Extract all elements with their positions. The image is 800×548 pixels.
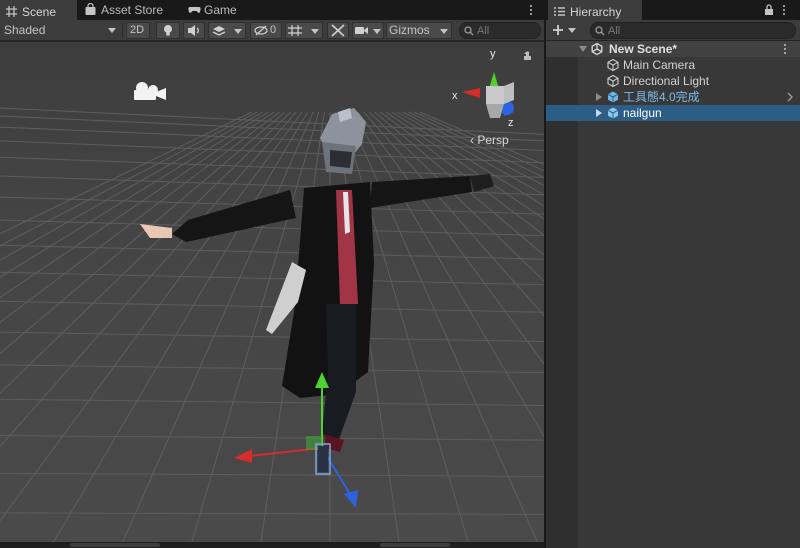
scene-search-placeholder: All <box>477 25 490 37</box>
scene-panel-menu-icon[interactable] <box>529 4 533 16</box>
hierarchy-item-label: 工具態4.0完成 <box>623 90 700 104</box>
list-icon <box>554 7 565 16</box>
toggle-2d-button[interactable]: 2D <box>126 22 150 39</box>
gameobject-icon <box>607 74 619 88</box>
tab-asset-store[interactable]: Asset Store <box>79 0 179 20</box>
eye-slash-icon <box>254 25 268 36</box>
orientation-y-label: y <box>490 48 496 60</box>
grid-icon <box>6 6 17 17</box>
tab-scene-label: Scene <box>22 5 57 19</box>
hierarchy-menu-icon[interactable] <box>782 4 786 16</box>
tab-game[interactable]: Game <box>182 0 262 20</box>
scene-panel: Scene Asset Store Game Shaded 2D 0 Gizmo… <box>0 0 544 548</box>
search-icon <box>464 26 474 36</box>
lighting-toggle-button[interactable] <box>156 22 180 39</box>
foldout-closed-icon[interactable] <box>596 93 602 101</box>
layers-icon <box>212 26 226 36</box>
gizmos-dropdown[interactable]: Gizmos <box>386 22 452 39</box>
foldout-open-icon[interactable] <box>579 46 587 52</box>
chevron-down-icon <box>373 29 381 34</box>
hierarchy-toolbar: All <box>546 20 800 41</box>
tools-toggle-button[interactable] <box>327 22 349 39</box>
orientation-x-label: x <box>452 90 458 102</box>
light-bulb-icon <box>164 25 172 36</box>
speaker-icon <box>188 25 199 36</box>
hierarchy-item-main-camera[interactable]: Main Camera <box>546 57 800 73</box>
camera-settings-dropdown[interactable] <box>352 22 384 39</box>
gameobject-icon <box>607 58 619 72</box>
prefab-icon <box>607 107 619 119</box>
tab-asset-store-label: Asset Store <box>101 3 164 17</box>
hidden-objects-toggle[interactable]: 0 <box>250 22 282 39</box>
shading-mode-label: Shaded <box>4 23 46 37</box>
hierarchy-tabbar: Hierarchy <box>546 0 800 20</box>
tab-hierarchy[interactable]: Hierarchy <box>548 0 642 20</box>
chevron-left-icon: ‹ <box>470 133 474 147</box>
effects-dropdown[interactable] <box>208 22 246 39</box>
scene-viewport[interactable]: y x z ‹ Persp <box>0 42 544 548</box>
tab-game-label: Game <box>204 3 237 17</box>
create-dropdown[interactable] <box>552 22 578 39</box>
plus-icon <box>553 25 563 35</box>
gizmos-label: Gizmos <box>389 23 430 37</box>
chevron-down-icon <box>311 29 319 34</box>
gamepad-icon <box>188 6 201 13</box>
viewport-bottom-strip <box>0 542 544 548</box>
projection-label: Persp <box>477 133 509 147</box>
hierarchy-search-input[interactable]: All <box>590 22 796 39</box>
chevron-down-icon <box>234 29 242 34</box>
lock-icon[interactable] <box>764 4 774 16</box>
scene-root-row[interactable]: New Scene* <box>546 41 800 57</box>
video-camera-icon <box>355 27 368 34</box>
grid-snap-icon <box>288 25 302 36</box>
shading-mode-dropdown[interactable]: Shaded <box>4 22 118 39</box>
tab-scene[interactable]: Scene <box>0 0 77 20</box>
shopping-bag-icon <box>85 3 96 15</box>
scene-tabbar: Scene Asset Store Game <box>0 0 544 20</box>
tab-hierarchy-label: Hierarchy <box>570 5 622 19</box>
scene-menu-icon[interactable] <box>783 43 787 55</box>
chevron-right-icon[interactable] <box>786 92 794 102</box>
scene-search-input[interactable]: All <box>459 22 541 39</box>
orientation-z-label: z <box>508 117 514 129</box>
audio-toggle-button[interactable] <box>183 22 205 39</box>
foldout-closed-icon[interactable] <box>596 109 602 117</box>
scene-render: y x z <box>0 42 544 548</box>
toolbar-divider <box>122 23 123 38</box>
grid-snapping-dropdown[interactable] <box>285 22 323 39</box>
hierarchy-item-prefab[interactable]: 工具態4.0完成 <box>546 89 800 105</box>
hierarchy-list: New Scene* Main Camera Directional Light <box>546 41 800 548</box>
hierarchy-item-nailgun[interactable]: nailgun <box>546 105 800 121</box>
toggle-2d-label: 2D <box>130 24 145 36</box>
hierarchy-item-label: Directional Light <box>623 74 710 88</box>
scene-toolbar: Shaded 2D 0 Gizmos All <box>0 20 544 41</box>
search-icon <box>595 26 605 36</box>
hierarchy-item-label: Main Camera <box>623 58 696 72</box>
hierarchy-panel: Hierarchy All New Scene* Main Camera Dir… <box>546 0 800 548</box>
projection-toggle[interactable]: ‹ Persp <box>470 133 509 147</box>
chevron-down-icon <box>108 28 116 33</box>
chevron-down-icon <box>568 28 576 33</box>
chevron-down-icon <box>440 29 448 34</box>
hierarchy-item-directional-light[interactable]: Directional Light <box>546 73 800 89</box>
prefab-icon <box>607 91 619 103</box>
crossed-tools-icon <box>331 24 345 37</box>
unity-scene-icon <box>591 42 603 56</box>
scene-name: New Scene* <box>609 42 678 56</box>
hierarchy-search-placeholder: All <box>608 25 621 37</box>
hierarchy-item-label: nailgun <box>623 106 662 120</box>
hidden-objects-count: 0 <box>270 24 277 36</box>
